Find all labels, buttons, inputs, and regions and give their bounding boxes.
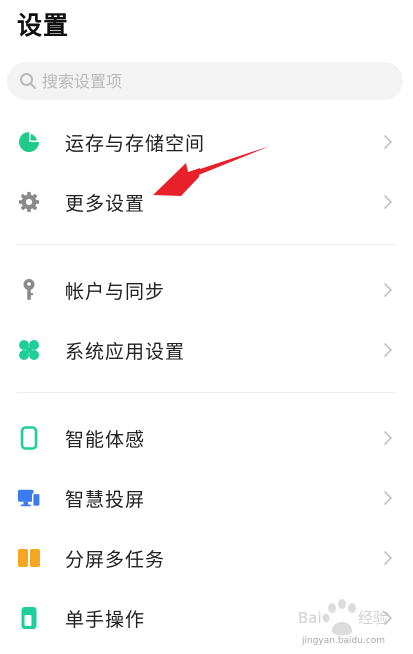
settings-item-label: 帐户与同步 (65, 281, 166, 303)
search-input[interactable] (42, 71, 372, 91)
four-petal-icon (17, 338, 41, 362)
svg-text:经验: 经验 (358, 609, 388, 627)
settings-item-label: 更多设置 (65, 193, 146, 215)
settings-item-split-screen[interactable]: 分屏多任务 (0, 529, 413, 585)
svg-text:Bai: Bai (298, 609, 322, 627)
split-screen-icon (17, 546, 41, 570)
chevron-right-icon (384, 135, 392, 149)
pie-chart-icon (17, 130, 41, 154)
settings-item-label: 运存与存储空间 (65, 133, 206, 155)
settings-item-label: 分屏多任务 (65, 549, 166, 571)
gear-icon (17, 190, 41, 214)
settings-item-more-settings[interactable]: 更多设置 (0, 173, 413, 229)
search-bar[interactable] (7, 62, 403, 100)
screen-cast-icon (17, 486, 41, 510)
chevron-right-icon (384, 491, 392, 505)
watermark-text: jingyan.baidu.com (302, 636, 386, 646)
settings-item-label: 单手操作 (65, 609, 146, 631)
group-divider (17, 244, 396, 245)
chevron-right-icon (384, 431, 392, 445)
page-title: 设置 (17, 11, 70, 40)
chevron-right-icon (384, 283, 392, 297)
group-divider (17, 392, 396, 393)
chevron-right-icon (384, 343, 392, 357)
settings-item-account-sync[interactable]: 帐户与同步 (0, 261, 413, 317)
key-icon (17, 278, 41, 302)
settings-item-label: 智能体感 (65, 429, 146, 451)
settings-item-smart-cast[interactable]: 智慧投屏 (0, 469, 413, 525)
one-hand-icon (17, 606, 41, 630)
settings-item-label: 系统应用设置 (65, 341, 186, 363)
settings-item-smart-motion[interactable]: 智能体感 (0, 409, 413, 465)
chevron-right-icon (384, 551, 392, 565)
settings-item-memory-storage[interactable]: 运存与存储空间 (0, 113, 413, 169)
settings-item-label: 智慧投屏 (65, 489, 146, 511)
chevron-right-icon (384, 195, 392, 209)
search-icon (18, 71, 38, 91)
phone-outline-icon (17, 426, 41, 450)
settings-item-system-apps[interactable]: 系统应用设置 (0, 321, 413, 377)
